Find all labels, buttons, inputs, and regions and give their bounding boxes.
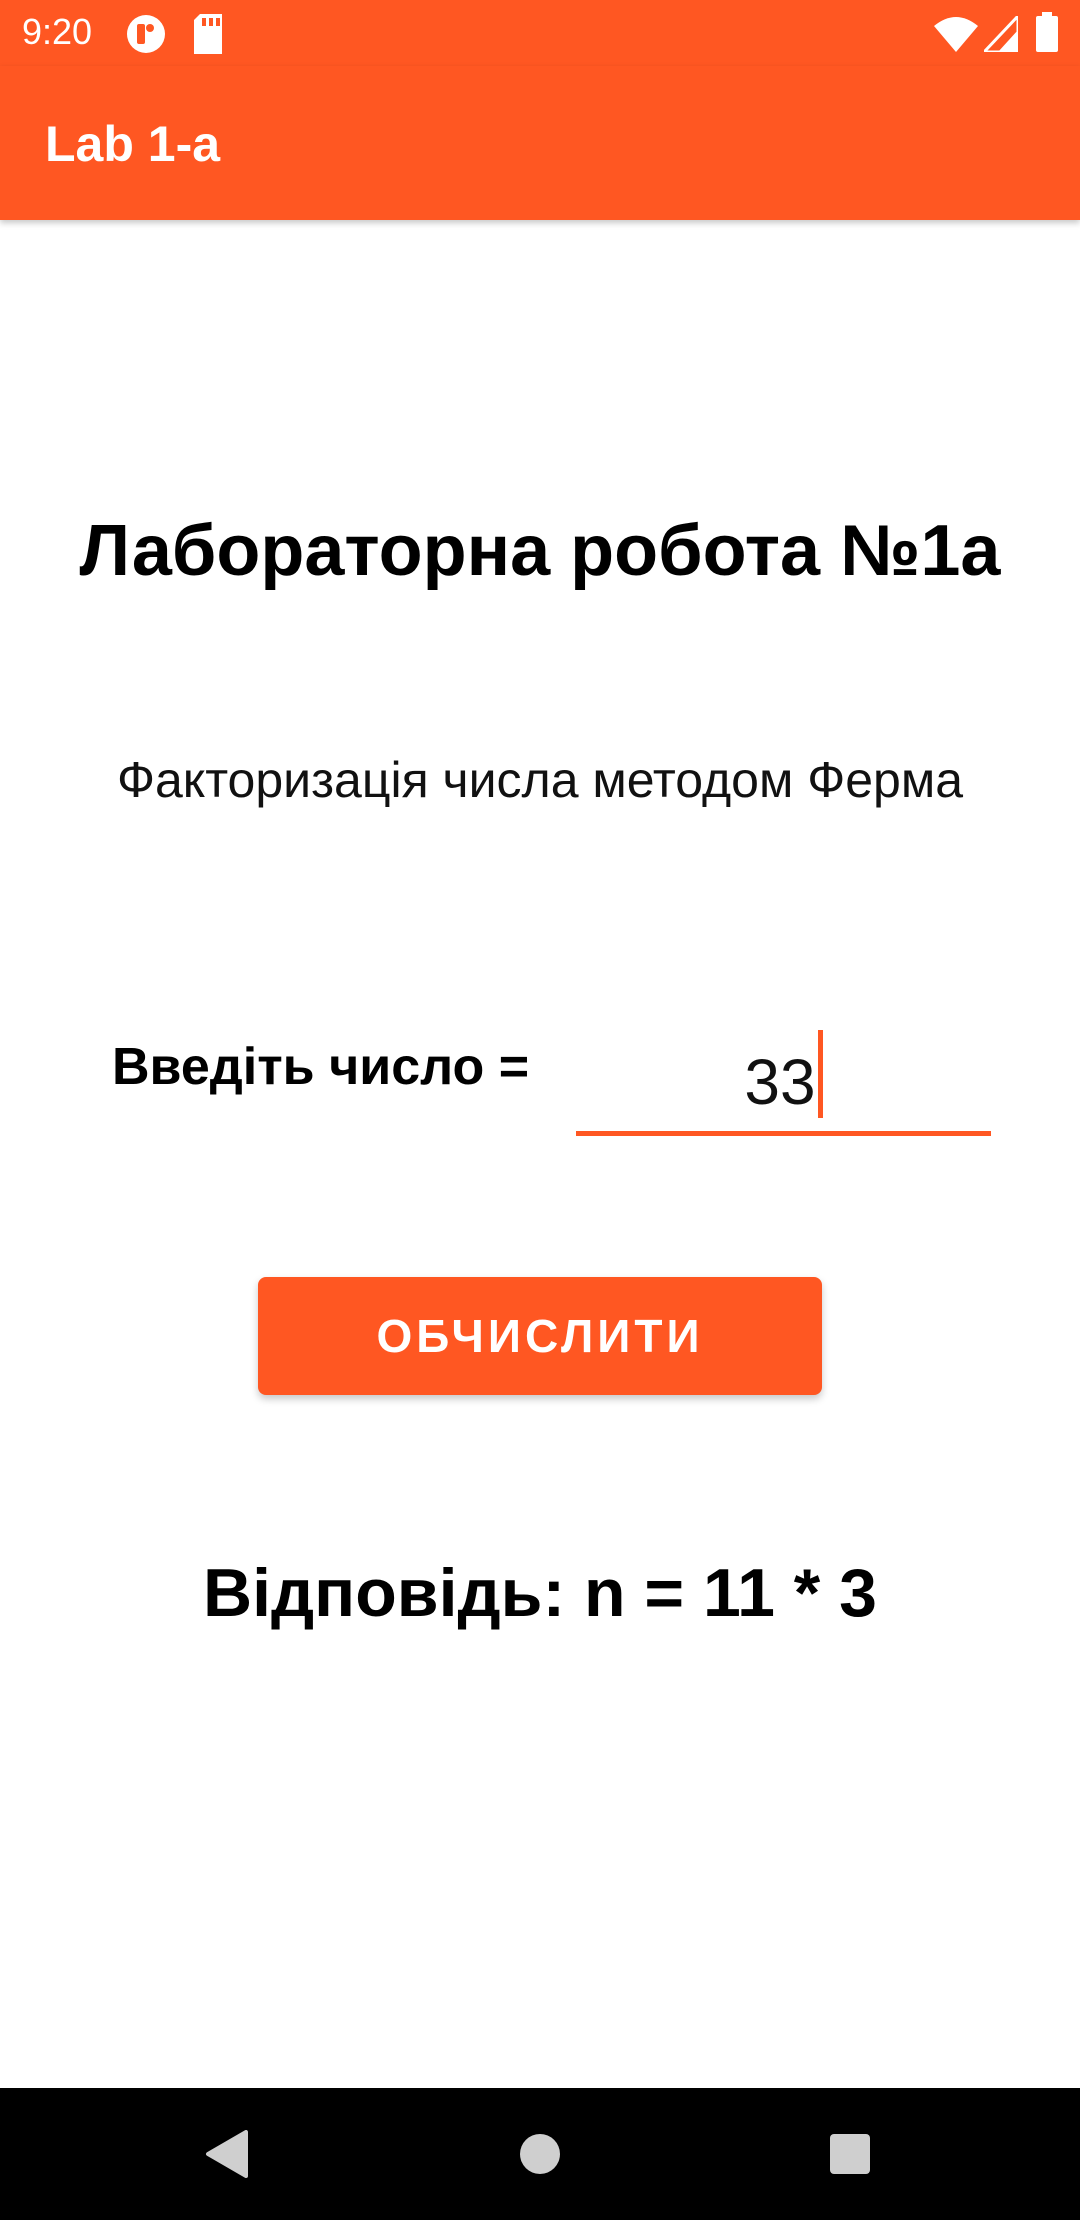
answer-text: Відповідь: n = 11 * 3 xyxy=(203,1555,877,1631)
signal-icon xyxy=(980,12,1020,57)
navigation-bar xyxy=(0,2088,1080,2220)
text-caret xyxy=(817,1030,823,1118)
number-input-value-wrapper[interactable]: 33 xyxy=(576,1030,991,1122)
sd-card-icon xyxy=(192,14,224,59)
back-button[interactable] xyxy=(136,2088,316,2220)
number-input-field[interactable]: 33 xyxy=(576,1010,991,1136)
home-icon xyxy=(520,2134,560,2174)
battery-icon xyxy=(1036,12,1058,57)
recents-icon xyxy=(830,2134,870,2174)
status-bar: 9:20 xyxy=(0,0,1080,66)
back-icon xyxy=(206,2130,248,2178)
app-bar: Lab 1-a xyxy=(0,66,1080,220)
app-screen: 9:20 Lab 1-a Лабораторна робота №1а Факт… xyxy=(0,0,1080,2220)
number-input-value[interactable]: 33 xyxy=(744,1046,815,1118)
page-subtitle: Факторизація числа методом Ферма xyxy=(116,752,964,808)
number-input-label: Введіть число = xyxy=(112,1038,530,1096)
recents-button[interactable] xyxy=(760,2088,940,2220)
notification-circle-icon xyxy=(126,14,166,59)
wifi-icon xyxy=(934,16,978,57)
calculate-button[interactable]: ОБЧИСЛИТИ xyxy=(258,1277,822,1395)
page-heading: Лабораторна робота №1а xyxy=(79,511,1001,591)
home-button[interactable] xyxy=(450,2088,630,2220)
status-time: 9:20 xyxy=(22,11,93,52)
app-title: Lab 1-a xyxy=(45,116,221,172)
